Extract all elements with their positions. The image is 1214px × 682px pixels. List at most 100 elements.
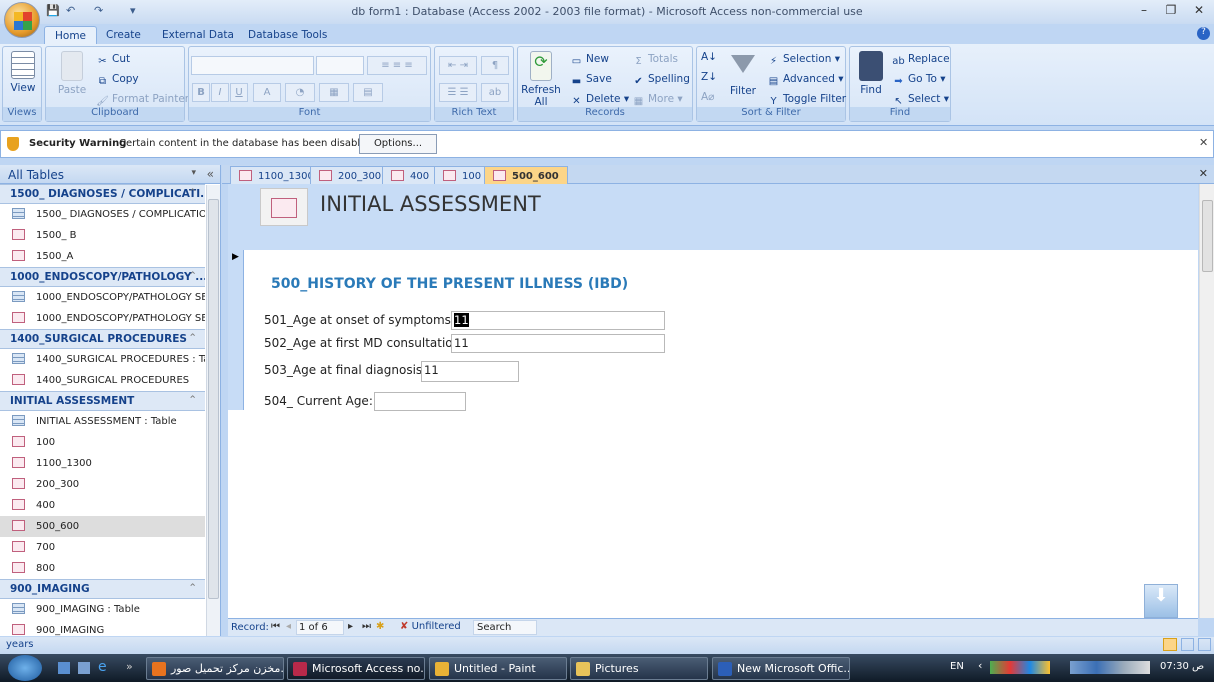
nav-item[interactable]: 100 [0,432,205,453]
form-scrollbar[interactable] [1199,184,1214,618]
customize-qat-icon[interactable]: ▾ [130,4,144,18]
close-warning-icon[interactable]: ✕ [1199,136,1208,149]
fill-color-button[interactable]: ◔ [285,83,315,102]
nav-group-header[interactable]: 900_IMAGING ⌃ [0,579,205,599]
collapse-nav-icon[interactable]: « [207,167,214,181]
language-indicator[interactable]: EN [950,661,964,672]
save-icon[interactable]: 💾 [46,4,60,18]
record-selector[interactable]: ▶ [228,250,244,410]
alt-fill-button[interactable]: ▤ [353,83,383,102]
age-onset-input[interactable]: 11 [451,311,665,330]
font-size-combo[interactable] [316,56,364,75]
font-name-combo[interactable] [191,56,314,75]
underline-button[interactable]: U [230,83,248,102]
goto-button[interactable]: ➡ Go To ▾ [892,73,945,88]
tab-create[interactable]: Create [96,26,151,45]
list-buttons[interactable]: ☰ ☰ [439,83,477,102]
design-view-icon[interactable] [1198,638,1211,651]
find-button[interactable]: Find [854,51,888,96]
collapse-group-icon[interactable]: ⌃ [188,394,197,406]
collapse-group-icon[interactable]: ⌃ [188,582,197,594]
select-button[interactable]: ↖ Select ▾ [892,93,949,108]
close-button[interactable]: ✕ [1188,3,1210,19]
advanced-button[interactable]: ▤ Advanced ▾ [767,73,844,88]
tray-icons[interactable] [990,661,1050,674]
refresh-all-button[interactable]: ⟳ Refresh All [520,51,562,108]
minimize-button[interactable]: – [1133,3,1155,19]
taskbar-item[interactable]: Microsoft Access no... [287,657,425,680]
more-quicklaunch-icon[interactable]: » [126,660,133,673]
taskbar-item[interactable]: مخزن مركز تحميل صور... [146,657,284,680]
office-button[interactable] [4,2,40,38]
align-buttons[interactable]: ≡ ≡ ≡ [367,56,427,75]
taskbar-item[interactable]: Untitled - Paint [429,657,567,680]
nav-item[interactable]: 1500_ DIAGNOSES / COMPLICATIO... [0,204,205,225]
italic-button[interactable]: I [211,83,229,102]
nav-group-header[interactable]: 1000_ENDOSCOPY/PATHOLOGY ... ⌃ [0,267,205,287]
internet-explorer-icon[interactable]: e [98,659,107,675]
age-first-md-input[interactable]: 11 [451,334,665,353]
tab-home[interactable]: Home [44,26,98,45]
nav-scrollbar[interactable] [206,185,220,636]
bold-button[interactable]: B [192,83,210,102]
nav-menu-chevron-icon[interactable]: ▾ [191,168,196,178]
clock[interactable]: 07:30 ص [1160,661,1204,672]
delete-button[interactable]: ✕ Delete ▾ [570,93,629,108]
nav-item[interactable]: 1400_SURGICAL PROCEDURES [0,370,205,391]
next-record-icon[interactable]: ▸ [348,621,353,632]
nav-group-header[interactable]: 1400_SURGICAL PROCEDURES ⌃ [0,329,205,349]
nav-item[interactable]: 1500_ B [0,225,205,246]
nav-item[interactable]: 400 [0,495,205,516]
nav-item[interactable]: 1000_ENDOSCOPY/PATHOLOGY SE... [0,308,205,329]
doc-tab-500_600[interactable]: 500_600 [484,166,568,184]
nav-group-header[interactable]: 1500_ DIAGNOSES / COMPLICATI... ⌃ [0,184,205,204]
nav-item[interactable]: INITIAL ASSESSMENT : Table [0,411,205,432]
nav-item[interactable]: 1400_SURGICAL PROCEDURES : Ta... [0,349,205,370]
filter-button[interactable]: Filter [725,51,761,97]
paste-button[interactable]: Paste [52,51,92,96]
switch-windows-icon[interactable] [78,662,90,674]
undo-icon[interactable]: ↶ [66,4,80,18]
collapse-group-icon[interactable]: ⌃ [188,332,197,344]
nav-item[interactable]: 1000_ENDOSCOPY/PATHOLOGY SE... [0,287,205,308]
sort-ascending-button[interactable]: A↓ [701,51,717,63]
selection-button[interactable]: ⚡ Selection ▾ [767,53,840,68]
form-view-icon[interactable] [1163,638,1177,651]
doc-tab-1100_1300[interactable]: 1100_1300 [230,166,323,184]
paragraph-button[interactable]: ¶ [481,56,509,75]
search-input[interactable]: Search [473,620,537,635]
last-record-icon[interactable]: ⏭ [362,621,371,632]
gridlines-button[interactable]: ▦ [319,83,349,102]
indent-buttons[interactable]: ⇤ ⇥ [439,56,477,75]
restore-button[interactable]: ❐ [1160,3,1182,19]
scroll-down-icon[interactable]: ⬇ [1144,584,1178,618]
totals-button[interactable]: Σ Totals [632,53,678,68]
nav-item[interactable]: 1500_A [0,246,205,267]
doc-tab-200_300[interactable]: 200_300 [310,166,391,184]
more-button[interactable]: ▦ More ▾ [632,93,683,108]
font-color-button[interactable]: A [253,83,281,102]
nav-item[interactable]: 800 [0,558,205,579]
toggle-filter-button[interactable]: Y Toggle Filter [767,93,846,108]
previous-record-icon[interactable]: ◂ [286,621,291,632]
taskbar-item[interactable]: Pictures [570,657,708,680]
redo-icon[interactable]: ↷ [94,4,108,18]
copy-button[interactable]: ⧉ Copy [96,73,139,88]
nav-header[interactable]: All Tables ▾ « [0,165,220,184]
collapse-group-icon[interactable]: ⌃ [188,270,197,282]
system-tray-icons[interactable] [1070,661,1150,674]
spelling-button[interactable]: ✔ Spelling [632,73,690,88]
replace-button[interactable]: ab Replace [892,53,949,68]
new-record-button[interactable]: ▭ New [570,53,609,68]
datasheet-view-icon[interactable] [1181,638,1194,651]
sort-descending-button[interactable]: Z↓ [701,71,717,83]
cut-button[interactable]: ✂ Cut [96,53,130,68]
start-button[interactable] [8,655,42,681]
nav-item[interactable]: 1100_1300 [0,453,205,474]
collapse-group-icon[interactable]: ⌃ [188,187,197,199]
first-record-icon[interactable]: ⏮ [271,621,280,632]
doc-tab-400[interactable]: 400 [382,166,439,184]
tab-database-tools[interactable]: Database Tools [238,26,337,45]
tab-external-data[interactable]: External Data [152,26,244,45]
form-scroll-thumb[interactable] [1202,200,1213,272]
